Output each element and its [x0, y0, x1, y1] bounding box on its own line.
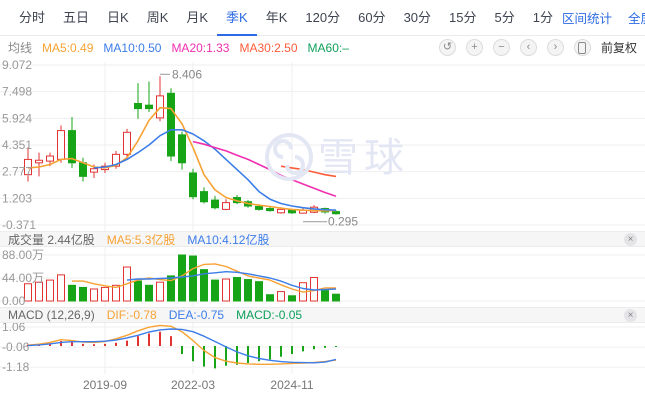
- svg-text:0.00: 0.00: [2, 294, 26, 308]
- undo-icon[interactable]: ↺: [438, 39, 456, 56]
- volume-close-icon[interactable]: ×: [624, 232, 637, 246]
- stock-chart-app: 8.406 0.295 9.072 7.498 5.924 4.351 2.777 1.203…: [0, 0, 645, 402]
- tab-120分[interactable]: 120分: [296, 0, 349, 36]
- macd-dea-value: DEA:-0.75: [168, 308, 225, 322]
- mobile-icon[interactable]: [573, 39, 591, 56]
- tab-30分[interactable]: 30分: [395, 0, 440, 36]
- macd-macd-value: MACD:-0.05: [236, 308, 303, 322]
- tab-年K[interactable]: 年K: [257, 0, 297, 36]
- svg-text:5.924: 5.924: [2, 111, 32, 125]
- chart-canvas[interactable]: 8.406 0.295 9.072 7.498 5.924 4.351 2.777 1.203…: [0, 0, 645, 402]
- tab-60分[interactable]: 60分: [349, 0, 394, 36]
- svg-text:44.00万: 44.00万: [2, 271, 44, 285]
- xueqiu-watermark: 雪球: [265, 133, 410, 181]
- prev-icon[interactable]: ‹: [519, 39, 537, 56]
- toolbar-links: 区间统计 全屏显示: [562, 8, 645, 27]
- ma-legend-ma10: MA10:0.50: [103, 40, 162, 55]
- ma-legend-ma30: MA30:2.50: [239, 40, 298, 55]
- ma-legend-ma20: MA20:1.33: [171, 40, 230, 55]
- macd-title: MACD (12,26,9): [8, 308, 95, 322]
- tab-日K[interactable]: 日K: [98, 0, 138, 36]
- tab-周K[interactable]: 周K: [138, 0, 178, 36]
- svg-text:0.295: 0.295: [328, 215, 358, 229]
- volume-title: 成交量 2.44亿股: [8, 232, 95, 247]
- svg-text:雪球: 雪球: [318, 136, 410, 180]
- fullscreen-link[interactable]: 全屏显示: [628, 8, 645, 27]
- volume-ma5-value: MA5:5.3亿股: [106, 232, 176, 247]
- svg-text:7.498: 7.498: [2, 85, 32, 99]
- svg-text:9.072: 9.072: [2, 58, 32, 72]
- svg-text:2019-09: 2019-09: [83, 378, 127, 392]
- svg-text:4.351: 4.351: [2, 138, 32, 152]
- tab-15分[interactable]: 15分: [440, 0, 485, 36]
- svg-text:1.203: 1.203: [2, 191, 32, 205]
- range-statistics-link[interactable]: 区间统计: [562, 8, 612, 27]
- macd-dif-value: DIF:-0.78: [106, 308, 157, 322]
- macd-pane-header: MACD (12,26,9) DIF:-0.78 DEA:-0.75 MACD:…: [0, 307, 645, 323]
- svg-text:-1.18: -1.18: [2, 360, 30, 374]
- ma-legend-title: 均线: [8, 41, 33, 55]
- period-tabs: 分时 五日 日K 周K 月K 季K 年K 120分 60分 30分 15分 5分 1分: [10, 0, 562, 36]
- tab-季K[interactable]: 季K: [217, 0, 257, 36]
- svg-text:88.00万: 88.00万: [2, 248, 44, 262]
- svg-text:2022-03: 2022-03: [171, 378, 215, 392]
- macd-close-icon[interactable]: ×: [624, 308, 637, 322]
- tab-1分[interactable]: 1分: [524, 0, 562, 36]
- ma-legend-ma60: MA60:–: [307, 40, 349, 55]
- zoom-in-icon[interactable]: +: [465, 39, 483, 56]
- volume-ma10-value: MA10:4.12亿股: [187, 232, 270, 247]
- tab-分时[interactable]: 分时: [10, 0, 54, 36]
- volume-pane-header: 成交量 2.44亿股 MA5:5.3亿股 MA10:4.12亿股 ×: [0, 231, 645, 247]
- next-icon[interactable]: ›: [546, 39, 564, 56]
- svg-text:2.777: 2.777: [2, 165, 32, 179]
- chart-control-buttons: ↺ + − ‹ ›: [438, 39, 591, 56]
- zoom-out-icon[interactable]: −: [492, 39, 510, 56]
- svg-text:8.406: 8.406: [172, 67, 202, 81]
- tab-5分[interactable]: 5分: [486, 0, 524, 36]
- forward-adjust-button[interactable]: 前复权: [601, 39, 637, 56]
- period-toolbar: 分时五日日K周K月K季K年K120分60分30分15分5分1分 区间统计 全屏显…: [0, 0, 645, 36]
- mobile-shape: [578, 41, 587, 54]
- svg-text:-0.06: -0.06: [2, 340, 30, 354]
- svg-text:2024-11: 2024-11: [270, 378, 313, 392]
- ma-legend-row: 均线 MA5:0.49 MA10:0.50 MA20:1.33 MA30:2.50 MA…: [0, 36, 645, 59]
- ma-legend-ma5: MA5:0.49: [42, 40, 94, 55]
- chart-controls: ↺ + − ‹ › 前复权: [438, 39, 637, 56]
- ma-legend-items: MA5:0.49 MA10:0.50 MA20:1.33 MA30:2.50 MA60:…: [42, 41, 349, 55]
- tab-月K[interactable]: 月K: [177, 0, 217, 36]
- tab-五日[interactable]: 五日: [54, 0, 98, 36]
